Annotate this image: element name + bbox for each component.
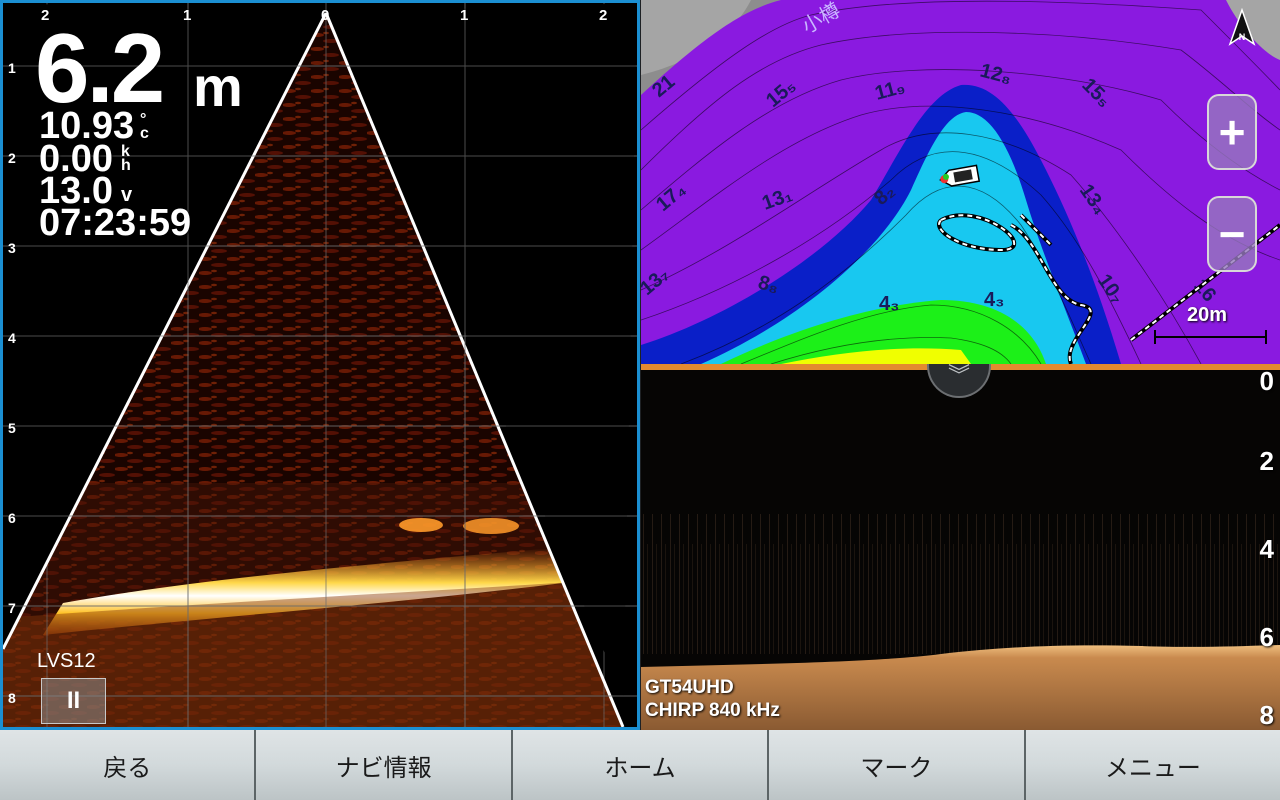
bottom-nav-bar: 戻る ナビ情報 ホーム マーク メニュー [0,730,1280,800]
transducer-info: GT54UHD CHIRP 840 kHz [645,676,780,722]
contour-label: 4₃ [879,293,899,315]
svg-text:N: N [1239,32,1246,42]
depth-tick-label: 1 [8,60,16,76]
depth-unit: m [193,55,243,118]
depth-tick-label: 2 [8,150,16,166]
depth-tick-label: 4 [8,330,16,346]
pause-icon: II [66,687,81,714]
depth-scale-label: 4 [1259,534,1274,564]
time-readout: 07:23:59 [39,202,192,244]
depth-tick-label: 8 [8,690,16,706]
nav-info-button[interactable]: ナビ情報 [256,730,513,800]
x-tick-label: 1 [183,7,192,24]
contour-label: 4₃ [984,289,1004,311]
x-tick-label: 2 [599,7,608,24]
depth-scale-label: 0 [1259,366,1274,396]
livescope-panel[interactable]: 2 1 0 1 2 1 2 3 4 5 6 7 8 6.2 m 10.93 ° c… [0,0,640,730]
transducer-name: GT54UHD [645,677,734,698]
transducer-label: LVS12 [37,650,96,672]
menu-button[interactable]: メニュー [1025,730,1280,800]
pause-button[interactable]: II [41,678,106,724]
depth-tick-label: 5 [8,420,16,436]
mark-button[interactable]: マーク [769,730,1026,800]
minus-icon: − [1218,208,1246,260]
x-tick-label: 1 [460,7,469,24]
speed-unit: kh [121,143,131,174]
depth-tick-label: 7 [8,600,16,616]
navigation-chart[interactable]: 21 15₅ 12₈ 15₅ 11₉ 17₄ 13₁ 8₂ 13₄ 13₇ 8₈… [641,0,1280,364]
plus-icon: + [1218,106,1246,158]
depth-scale-label: 6 [1259,622,1274,652]
back-button[interactable]: 戻る [0,730,257,800]
scale-label: 20m [1187,304,1228,326]
north-arrow-icon[interactable]: N [1227,7,1257,53]
depth-scale-label: 2 [1259,446,1274,476]
depth-scale-label: 8 [1259,700,1274,730]
zoom-in-button[interactable]: + [1207,94,1257,170]
x-tick-label: 0 [321,7,330,24]
depth-tick-label: 6 [8,510,16,526]
chevron-double-down-icon: ︾ [947,364,970,388]
depth-readout: 6.2 [35,13,165,123]
contour-map: 21 15₅ 12₈ 15₅ 11₉ 17₄ 13₁ 8₂ 13₄ 13₇ 8₈… [641,0,1280,364]
depth-tick-label: 3 [8,240,16,256]
frequency-label: CHIRP 840 kHz [645,700,780,721]
traditional-sonar-panel[interactable]: ︾ 0 2 4 6 8 GT54UHD CHIRP 840 kHz [641,364,1280,730]
home-button[interactable]: ホーム [512,730,770,800]
zoom-out-button[interactable]: − [1207,196,1257,272]
temperature-unit: ° c [140,111,149,142]
